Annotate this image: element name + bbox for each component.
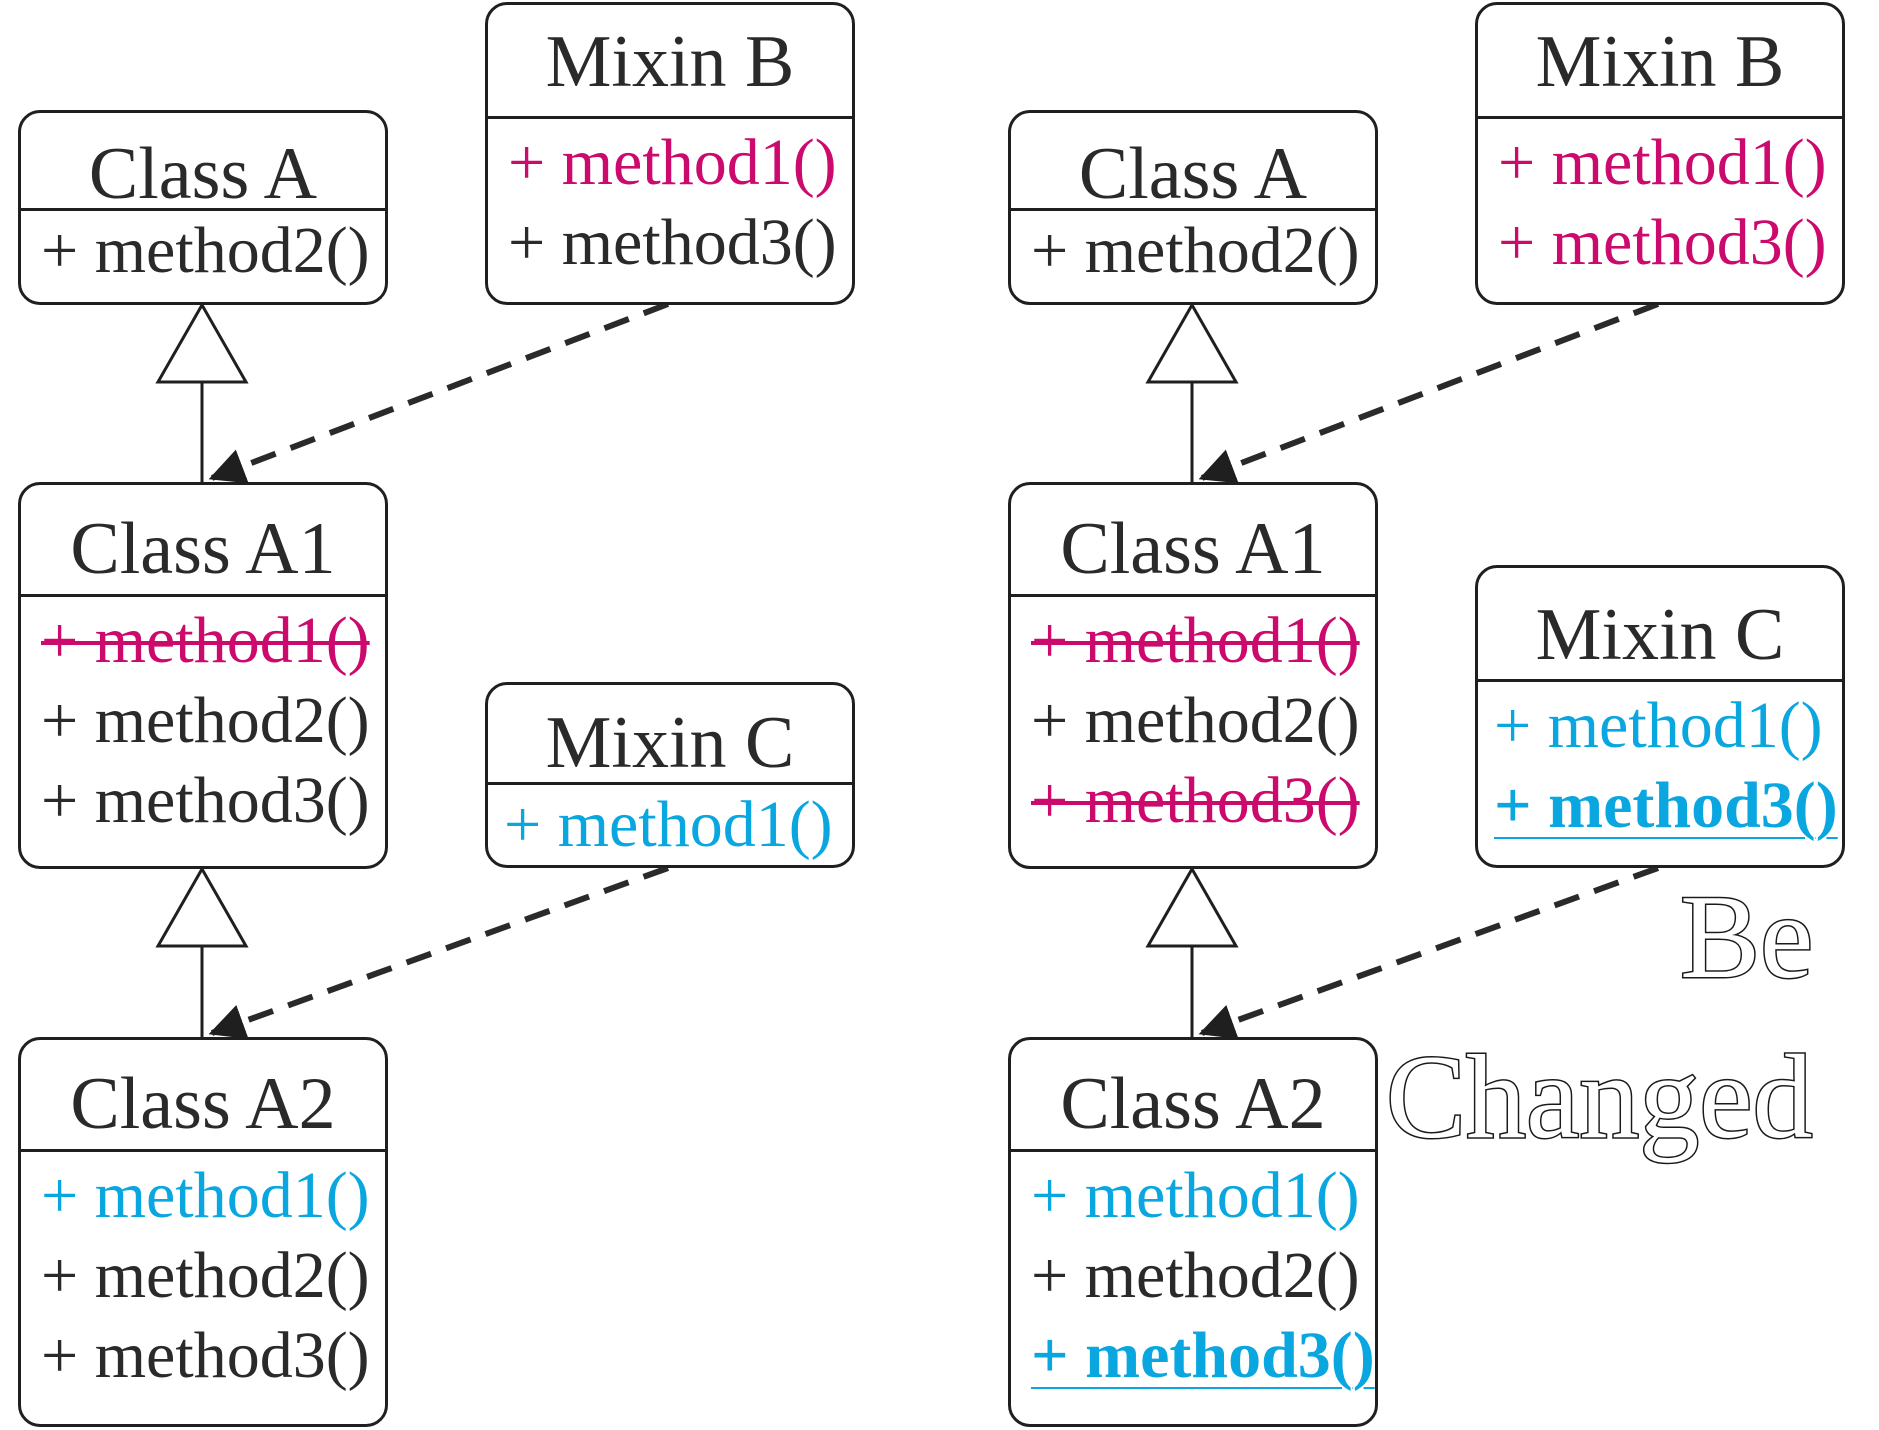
annotation-be: Be <box>1678 869 1814 1005</box>
mixin-b-box: Mixin B + method1() + method3() <box>485 2 855 305</box>
class-a1-method1-overridden: + method1() <box>41 604 370 677</box>
class-a2-box-right: Class A2 + method1() + method2() + metho… <box>1008 1037 1378 1427</box>
mixin-b-method3: + method3() <box>508 206 837 279</box>
inheritance-arrow-a1-to-a <box>155 301 249 482</box>
mixin-b-method1: + method1() <box>508 126 837 199</box>
mixin-arrow-c-to-a2-right <box>1198 865 1660 1039</box>
inheritance-arrow-a2-to-a1-right <box>1145 865 1239 1037</box>
class-a2-method1-right: + method1() <box>1031 1159 1360 1232</box>
mixin-c-box-right: Mixin C + method1() + method3() <box>1475 565 1845 868</box>
class-a1-title: Class A1 <box>21 485 385 597</box>
mixin-b-method1-right: + method1() <box>1498 126 1827 199</box>
mixin-c-title-right: Mixin C <box>1478 568 1842 682</box>
mixin-arrow-b-to-a1 <box>208 301 670 484</box>
class-a-box-right: Class A + method2() <box>1008 110 1378 305</box>
class-a1-method1-overridden-right: + method1() <box>1031 604 1360 677</box>
mixin-c-box: Mixin C + method1() <box>485 682 855 868</box>
class-a1-box-right: Class A1 + method1() + method2() + metho… <box>1008 482 1378 869</box>
class-a2-method3-right: + method3() <box>1031 1319 1375 1392</box>
class-a-title-right: Class A <box>1011 113 1375 215</box>
inheritance-arrow-a1-to-a-right <box>1145 301 1239 482</box>
class-a-box: Class A + method2() <box>18 110 388 305</box>
class-a-method2-right: + method2() <box>1031 214 1360 287</box>
annotation-changed: Changed <box>1385 1029 1815 1165</box>
class-a1-method3: + method3() <box>41 764 370 837</box>
mixin-b-title: Mixin B <box>488 5 852 119</box>
mixin-c-method1: + method1() <box>504 788 833 861</box>
class-a2-method3: + method3() <box>41 1319 370 1392</box>
class-a1-title-right: Class A1 <box>1011 485 1375 597</box>
mixin-c-method3-right: + method3() <box>1494 769 1838 842</box>
mixin-arrow-b-to-a1-right <box>1198 301 1660 484</box>
class-a2-method1: + method1() <box>41 1159 370 1232</box>
class-a2-title-right: Class A2 <box>1011 1040 1375 1152</box>
class-a2-box: Class A2 + method1() + method2() + metho… <box>18 1037 388 1427</box>
class-a-title: Class A <box>21 113 385 215</box>
class-a1-box: Class A1 + method1() + method2() + metho… <box>18 482 388 869</box>
mixin-c-title: Mixin C <box>488 685 852 785</box>
mixin-c-method1-right: + method1() <box>1494 689 1823 762</box>
class-a2-title: Class A2 <box>21 1040 385 1152</box>
mixin-b-box-right: Mixin B + method1() + method3() <box>1475 2 1845 305</box>
inheritance-arrow-a2-to-a1 <box>155 865 249 1037</box>
class-a1-method2: + method2() <box>41 684 370 757</box>
class-a-method2: + method2() <box>41 214 370 287</box>
class-a1-method3-overridden-right: + method3() <box>1031 764 1360 837</box>
class-a1-method2-right: + method2() <box>1031 684 1360 757</box>
class-a2-method2-right: + method2() <box>1031 1239 1360 1312</box>
mixin-arrow-c-to-a2 <box>208 865 670 1039</box>
mixin-b-method3-right: + method3() <box>1498 206 1827 279</box>
class-a2-method2: + method2() <box>41 1239 370 1312</box>
mixin-b-title-right: Mixin B <box>1478 5 1842 119</box>
